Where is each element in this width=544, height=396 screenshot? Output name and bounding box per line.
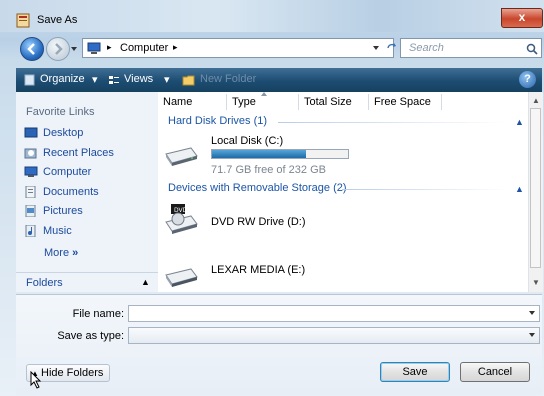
chevron-up-icon: ▲: [141, 277, 150, 287]
save-as-type-label: Save as type:: [57, 330, 124, 342]
column-divider[interactable]: [298, 94, 299, 110]
breadcrumb-separator-icon[interactable]: ▸: [107, 42, 112, 53]
group-collapse-icon[interactable]: ▲: [515, 117, 524, 127]
scrollbar-thumb[interactable]: [530, 108, 541, 268]
folders-label: Folders: [26, 277, 63, 289]
disk-usage-fill: [212, 150, 306, 158]
new-folder-button[interactable]: New Folder: [200, 73, 256, 85]
scroll-down-icon[interactable]: ▼: [532, 278, 540, 287]
views-button[interactable]: Views: [124, 73, 153, 85]
usb-drive-icon: [165, 268, 198, 287]
mouse-cursor-icon: [30, 371, 42, 389]
documents-icon: [25, 186, 36, 198]
drive-name: Local Disk (C:): [211, 135, 284, 147]
column-divider[interactable]: [441, 94, 442, 110]
favorite-link-label: Pictures: [43, 205, 83, 217]
group-header-hard-disk-drives[interactable]: Hard Disk Drives (1): [168, 115, 267, 127]
save-options-panel: File name: Save as type: ▲ Hide Folders …: [16, 294, 542, 395]
column-header-total-size[interactable]: Total Size: [304, 96, 352, 112]
window-title: Save As: [37, 14, 78, 26]
drive-name: DVD RW Drive (D:): [211, 216, 306, 228]
search-input[interactable]: Search: [409, 42, 444, 54]
toolbar: Organize ▾ Views ▾ New Folder ?: [16, 68, 542, 92]
favorite-link-label: Music: [43, 225, 72, 237]
breadcrumb-computer[interactable]: Computer: [120, 42, 168, 54]
close-button[interactable]: x: [501, 8, 543, 28]
favorite-link-label: Documents: [43, 186, 99, 198]
app-icon: [16, 13, 30, 28]
search-icon[interactable]: [526, 43, 538, 55]
cancel-button[interactable]: Cancel: [460, 362, 530, 382]
group-header-removable-storage[interactable]: Devices with Removable Storage (2): [168, 182, 347, 194]
recent-places-icon: [24, 148, 37, 159]
column-header-type[interactable]: Type: [232, 96, 256, 112]
organize-icon: [24, 74, 35, 86]
forward-button[interactable]: [46, 37, 70, 61]
pictures-icon: [25, 205, 36, 217]
save-button[interactable]: Save: [380, 362, 450, 382]
chevron-down-icon[interactable]: [529, 310, 535, 316]
refresh-icon[interactable]: [386, 43, 398, 53]
chevron-down-icon[interactable]: [529, 332, 535, 338]
drive-name: LEXAR MEDIA (E:): [211, 264, 306, 276]
organize-dropdown-icon[interactable]: ▾: [92, 73, 98, 86]
vertical-scrollbar[interactable]: ▲ ▼: [528, 92, 543, 292]
column-header-free-space[interactable]: Free Space: [374, 96, 431, 112]
save-as-dialog: Save As x ▸ Computer ▸ Search Organize ▾…: [0, 0, 544, 396]
address-bar[interactable]: ▸ Computer ▸: [82, 38, 394, 58]
column-divider[interactable]: [226, 94, 227, 110]
column-header-name[interactable]: Name: [163, 96, 192, 112]
scroll-up-icon[interactable]: ▲: [532, 96, 540, 105]
dvd-drive-icon: DVD: [165, 204, 198, 234]
help-button[interactable]: ?: [519, 71, 536, 88]
navigation-pane: Favorite Links Desktop Recent Places Com…: [16, 92, 159, 292]
group-divider: [342, 189, 508, 190]
favorite-links-heading: Favorite Links: [26, 106, 95, 118]
favorite-link-label: Computer: [43, 166, 92, 178]
folders-toggle[interactable]: Folders ▲: [16, 272, 158, 293]
hide-folders-label: Hide Folders: [41, 367, 104, 379]
back-arrow-icon: [27, 43, 35, 55]
more-label: More: [44, 247, 70, 259]
group-collapse-icon[interactable]: ▲: [515, 184, 524, 194]
breadcrumb-separator-icon[interactable]: ▸: [173, 42, 178, 53]
search-box[interactable]: Search: [400, 38, 542, 58]
sort-ascending-icon: [261, 92, 267, 96]
computer-icon: [87, 42, 101, 54]
organize-button[interactable]: Organize: [40, 73, 85, 85]
more-links-button[interactable]: More »: [44, 247, 78, 259]
views-dropdown-icon[interactable]: ▾: [164, 73, 170, 86]
disk-usage-bar: [211, 149, 349, 159]
file-name-label: File name:: [72, 308, 124, 320]
forward-arrow-icon: [55, 43, 63, 55]
title-bar[interactable]: Save As x: [0, 0, 544, 32]
computer-icon: [24, 166, 38, 177]
desktop-icon: [24, 127, 38, 138]
save-as-type-select[interactable]: [128, 327, 540, 344]
dvd-badge: DVD: [174, 207, 188, 214]
address-dropdown-icon[interactable]: [373, 45, 379, 51]
hard-disk-icon: [165, 147, 198, 166]
favorite-link-label: Desktop: [43, 127, 84, 139]
column-divider[interactable]: [368, 94, 369, 110]
music-icon: [25, 225, 36, 237]
back-button[interactable]: [20, 37, 44, 61]
views-icon: [109, 76, 119, 84]
file-name-field[interactable]: [128, 305, 540, 322]
file-list-pane: Name Type Total Size Free Space Hard Dis…: [158, 92, 542, 292]
drive-free-space: 71.7 GB free of 232 GB: [211, 164, 326, 176]
recent-pages-dropdown-icon[interactable]: [70, 45, 78, 53]
group-divider: [278, 122, 508, 123]
new-folder-icon: [182, 75, 195, 86]
favorite-link-label: Recent Places: [43, 147, 114, 159]
more-chevron-icon: »: [72, 247, 79, 259]
